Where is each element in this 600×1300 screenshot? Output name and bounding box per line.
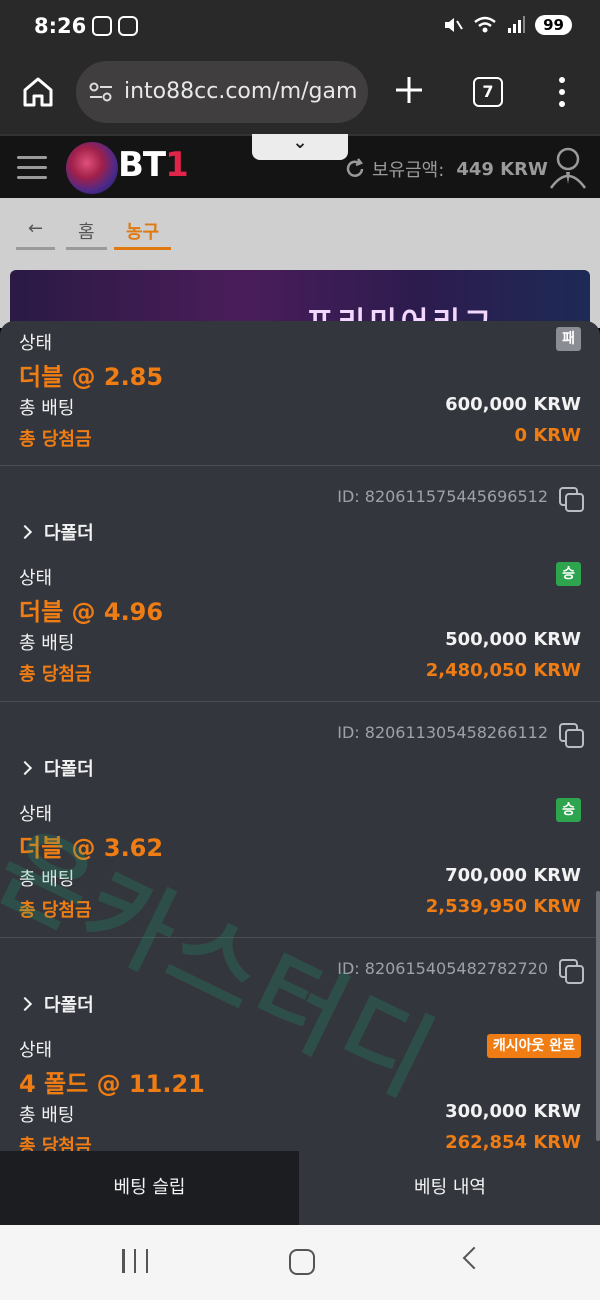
bet-id: ID: 820611305458266112 (337, 723, 548, 742)
bet-type-toggle[interactable]: 다폴더 (17, 755, 94, 781)
status-badge: 패 (556, 327, 581, 351)
logo-globe-icon (66, 142, 118, 194)
status-label: 상태 (19, 568, 53, 589)
back-nav-icon[interactable] (462, 1246, 486, 1270)
bet-id: ID: 820615405482782720 (337, 959, 548, 978)
system-nav-bar (0, 1225, 600, 1300)
status-badge: 승 (556, 798, 581, 822)
refresh-icon[interactable] (344, 158, 366, 180)
screenshot-icon (92, 16, 112, 36)
bet-type-toggle[interactable]: 다폴더 (17, 519, 94, 545)
signal-icon (508, 16, 526, 33)
bottom-tab-bar: 베팅 슬립 베팅 내역 (0, 1151, 600, 1225)
balance-label: 보유금액: (372, 160, 445, 181)
new-tab-icon[interactable] (393, 74, 425, 106)
total-bet-value: 700,000 KRW (445, 865, 581, 886)
address-bar[interactable]: into88cc.com/m/gam (76, 61, 368, 123)
copy-icon[interactable] (559, 723, 584, 748)
total-win-label: 총 당첨금 (19, 1136, 92, 1151)
back-button[interactable]: ← (16, 218, 56, 250)
total-bet-value: 600,000 KRW (445, 394, 581, 415)
total-win-value: 2,480,050 KRW (425, 660, 581, 681)
bet-odds: 더블 @ 4.96 (19, 598, 164, 626)
status-badge: 캐시아웃 완료 (486, 1034, 581, 1058)
page-background: ← 홈 농구 프리미어리그 (0, 198, 600, 330)
total-bet-label: 총 배팅 (19, 1105, 75, 1126)
url-text[interactable]: into88cc.com/m/gam (124, 79, 360, 104)
bet-odds: 4 폴드 @ 11.21 (19, 1070, 205, 1098)
bet-type-toggle[interactable]: 다폴더 (17, 991, 94, 1017)
chevron-right-icon (17, 760, 33, 776)
bet-slip: 상태 패 더블 @ 2.85 총 배팅 600,000 KRW 총 당첨금 0 KR… (0, 321, 600, 466)
battery-indicator: 99 (535, 15, 572, 35)
bet-history-panel: 상태 패 더블 @ 2.85 총 배팅 600,000 KRW 총 당첨금 0 KR… (0, 321, 600, 1151)
user-account-icon[interactable] (549, 146, 587, 190)
more-options-icon[interactable] (553, 75, 571, 109)
total-bet-label: 총 배팅 (19, 398, 75, 419)
copy-icon[interactable] (559, 487, 584, 512)
total-win-label: 총 당첨금 (19, 429, 92, 450)
hamburger-menu-icon[interactable] (17, 156, 47, 179)
mute-icon (445, 18, 463, 32)
total-bet-value: 500,000 KRW (445, 629, 581, 650)
breadcrumb-current[interactable]: 농구 (114, 218, 172, 250)
total-win-value: 0 KRW (514, 425, 581, 446)
home-icon[interactable] (20, 74, 56, 110)
status-label: 상태 (19, 804, 53, 825)
site-logo[interactable]: BT1 (118, 145, 189, 185)
scrollbar[interactable] (596, 891, 600, 1141)
recent-apps-icon[interactable] (122, 1249, 148, 1273)
total-bet-label: 총 배팅 (19, 633, 75, 654)
bet-slip: ID: 820611305458266112 다폴더 상태 승 더블 @ 3.6… (0, 702, 600, 938)
site-settings-icon[interactable] (88, 80, 114, 104)
status-bar: 8:26 99 (0, 0, 600, 56)
drawer-handle[interactable]: ⌄ (252, 134, 348, 160)
status-time: 8:26 (34, 14, 87, 38)
total-bet-value: 300,000 KRW (445, 1101, 581, 1122)
tab-bet-history[interactable]: 베팅 내역 (300, 1151, 600, 1225)
bet-id: ID: 820611575445696512 (337, 487, 548, 506)
bet-odds: 더블 @ 3.62 (19, 834, 164, 862)
wifi-icon (474, 16, 496, 33)
browser-toolbar: into88cc.com/m/gam 7 (0, 56, 600, 134)
tab-bet-slip[interactable]: 베팅 슬립 (0, 1151, 299, 1225)
bet-odds: 더블 @ 2.85 (19, 363, 164, 391)
status-badge: 승 (556, 562, 581, 586)
bet-slip: ID: 820611575445696512 다폴더 상태 승 더블 @ 4.9… (0, 466, 600, 702)
breadcrumb-home[interactable]: 홈 (66, 218, 107, 250)
total-win-value: 262,854 KRW (445, 1132, 581, 1151)
total-win-value: 2,539,950 KRW (425, 896, 581, 917)
balance-value: 449 KRW (456, 158, 548, 180)
total-bet-label: 총 배팅 (19, 869, 75, 890)
chevron-right-icon (17, 996, 33, 1012)
tab-switcher-button[interactable]: 7 (473, 77, 503, 107)
copy-icon[interactable] (559, 959, 584, 984)
total-win-label: 총 당첨금 (19, 900, 92, 921)
status-icons: 99 (443, 15, 572, 35)
total-win-label: 총 당첨금 (19, 664, 92, 685)
status-label: 상태 (19, 333, 53, 354)
chevron-right-icon (17, 524, 33, 540)
balance-display: 보유금액: 449 KRW (344, 156, 548, 182)
status-label: 상태 (19, 1040, 53, 1061)
home-nav-icon[interactable] (289, 1249, 315, 1275)
site-header: BT1 ⌄ 보유금액: 449 KRW (0, 134, 600, 198)
bet-slip: ID: 820615405482782720 다폴더 상태 캐시아웃 완료 4 … (0, 938, 600, 1151)
instagram-icon (118, 16, 138, 36)
